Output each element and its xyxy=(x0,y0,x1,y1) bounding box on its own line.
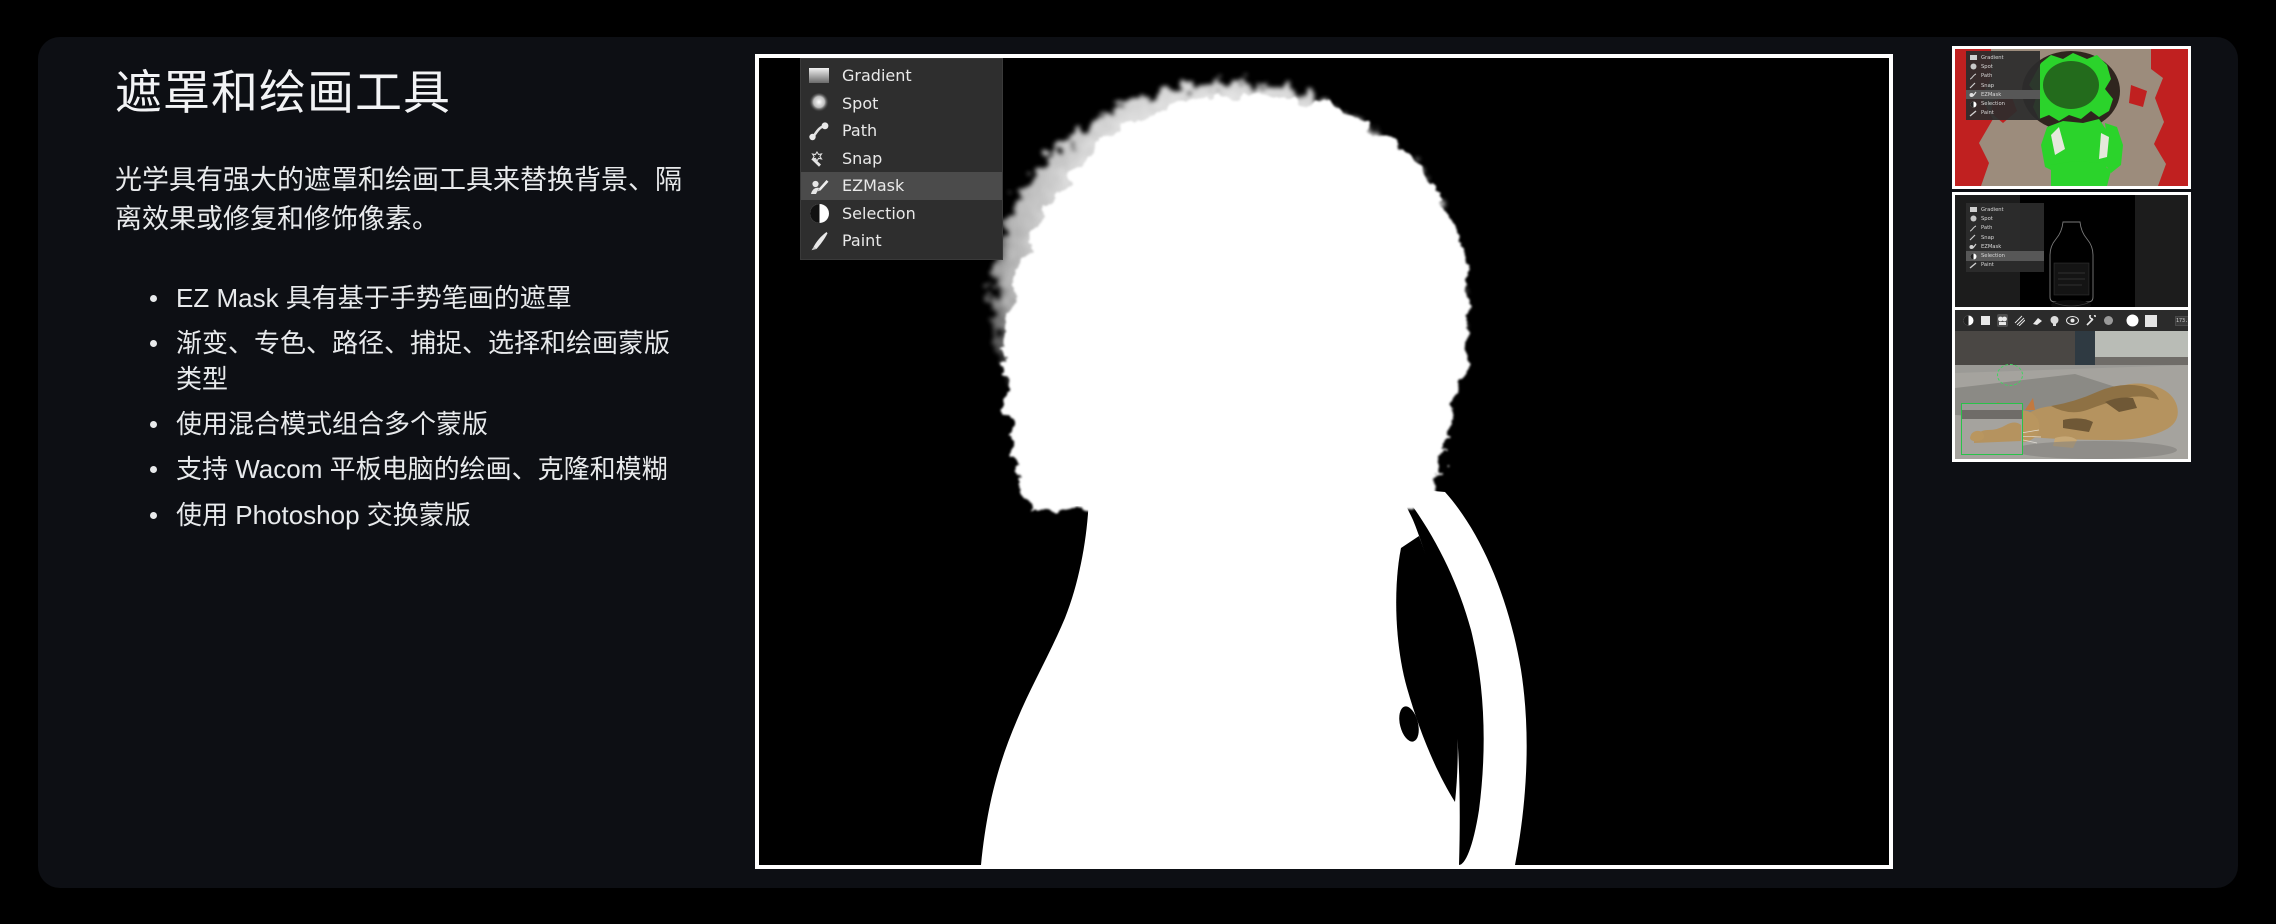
mini-menu-item[interactable]: Gradient xyxy=(1966,53,2040,62)
feature-list: EZ Mask 具有基于手势笔画的遮罩 渐变、专色、路径、捕捉、选择和绘画蒙版类… xyxy=(148,281,693,533)
spot-icon xyxy=(807,92,831,114)
mini-menu-label: Snap xyxy=(1981,83,1994,89)
tool-menu[interactable]: Gradient Spot xyxy=(800,58,1003,260)
thumbnail-paint[interactable]: 173.1 100 Paint xyxy=(1952,307,2191,462)
page-title: 遮罩和绘画工具 xyxy=(115,64,680,123)
brush-cursor-icon xyxy=(1997,364,2023,386)
mini-menu-item[interactable]: Snap xyxy=(1966,233,2044,242)
ezmask-brush-icon xyxy=(1969,91,1977,98)
spot-icon xyxy=(1969,215,1977,222)
mini-menu-item[interactable]: Spot xyxy=(1966,214,2044,223)
paint-brush-icon xyxy=(1969,262,1977,269)
mini-menu-label: Selection xyxy=(1981,101,2005,107)
tool-menu-item-selection[interactable]: Selection xyxy=(801,200,1002,228)
tool-menu-item-ezmask[interactable]: EZMask xyxy=(801,172,1002,200)
list-item: 使用 Photoshop 交换蒙版 xyxy=(148,498,693,533)
tool-menu-label: Selection xyxy=(842,204,916,223)
snap-wand-icon xyxy=(1969,234,1977,241)
mini-menu-label: Path xyxy=(1981,73,1992,79)
mini-menu-item[interactable]: Selection xyxy=(1966,99,2040,108)
snap-wand-icon xyxy=(807,147,831,169)
tool-menu-item-spot[interactable]: Spot xyxy=(801,90,1002,118)
mini-menu-label: Paint xyxy=(1981,110,1994,116)
mini-menu-item[interactable]: Paint xyxy=(1966,109,2040,118)
content-column: 遮罩和绘画工具 光学具有强大的遮罩和绘画工具来替换背景、隔离效果或修复和修饰像素… xyxy=(60,45,700,880)
blur-lines-icon[interactable] xyxy=(2014,314,2025,327)
mini-menu-item[interactable]: EZMask xyxy=(1966,242,2044,251)
paint-brush-icon xyxy=(807,230,831,252)
paint-brush-icon xyxy=(1969,110,1977,117)
tool-menu-label: Paint xyxy=(842,231,882,250)
tool-menu-label: Path xyxy=(842,121,877,140)
mini-menu-label: Spot xyxy=(1981,64,1993,70)
snap-wand-icon xyxy=(1969,82,1977,89)
mini-menu-label: Gradient xyxy=(1981,207,2004,213)
selection-contrast-icon[interactable] xyxy=(1963,314,1974,327)
mini-menu-label: EZMask xyxy=(1981,92,2001,98)
intro-paragraph: 光学具有强大的遮罩和绘画工具来替换背景、隔离效果或修复和修饰像素。 xyxy=(115,161,685,239)
mini-menu-label: Selection xyxy=(1981,253,2005,259)
navigator-preview[interactable] xyxy=(1961,403,2023,455)
mini-menu-item[interactable]: Spot xyxy=(1966,62,2040,71)
eraser-icon[interactable] xyxy=(2031,314,2043,327)
mini-menu-item[interactable]: Paint xyxy=(1966,261,2044,270)
mini-menu-item[interactable]: Snap xyxy=(1966,81,2040,90)
brush-size-field[interactable]: 173.1 xyxy=(2175,316,2191,326)
eye-icon[interactable] xyxy=(2066,314,2079,327)
mini-menu-item-selected[interactable]: Selection xyxy=(1966,251,2044,260)
thumbnail-tool-menu[interactable]: Gradient Spot Path Snap EZMask Selection… xyxy=(1966,203,2044,272)
tool-menu-item-paint[interactable]: Paint xyxy=(801,227,1002,255)
ezmask-brush-icon xyxy=(1969,243,1977,250)
brush-dot-icon[interactable] xyxy=(2049,314,2060,327)
gradient-icon xyxy=(1969,206,1977,213)
gradient-icon xyxy=(807,65,831,87)
selection-contrast-icon xyxy=(1969,253,1977,260)
canvas-background: Gradient Spot xyxy=(759,58,1889,865)
mini-menu-label: EZMask xyxy=(1981,244,2001,250)
gradient-icon xyxy=(1969,54,1977,61)
list-item: 使用混合模式组合多个蒙版 xyxy=(148,407,693,442)
tool-menu-label: EZMask xyxy=(842,176,904,195)
selection-contrast-icon xyxy=(1969,101,1977,108)
square-mask-icon[interactable] xyxy=(1980,314,1991,327)
mini-menu-item[interactable]: Gradient xyxy=(1966,205,2044,214)
mini-menu-label: Snap xyxy=(1981,235,1994,241)
tool-menu-label: Spot xyxy=(842,94,878,113)
list-item: EZ Mask 具有基于手势笔画的遮罩 xyxy=(148,281,693,316)
tool-menu-label: Gradient xyxy=(842,66,912,85)
tool-menu-item-gradient[interactable]: Gradient xyxy=(801,62,1002,90)
mini-menu-item-selected[interactable]: EZMask xyxy=(1966,90,2040,99)
thumbnail-ezmask[interactable]: Gradient Spot Path Snap EZMask Selection… xyxy=(1952,46,2191,189)
selection-contrast-icon xyxy=(807,202,831,224)
path-icon xyxy=(807,120,831,142)
mini-menu-label: Gradient xyxy=(1981,55,2004,61)
slide-card: 遮罩和绘画工具 光学具有强大的遮罩和绘画工具来替换背景、隔离效果或修复和修饰像素… xyxy=(38,37,2238,888)
thumbnail-tool-menu[interactable]: Gradient Spot Path Snap EZMask Selection… xyxy=(1966,51,2040,120)
white-circle-icon[interactable] xyxy=(2126,314,2139,327)
list-item: 支持 Wacom 平板电脑的绘画、克隆和模糊 xyxy=(148,452,693,487)
mini-menu-label: Spot xyxy=(1981,216,1993,222)
mask-canvas[interactable]: Gradient Spot xyxy=(755,54,1893,869)
list-item: 渐变、专色、路径、捕捉、选择和绘画蒙版类型 xyxy=(148,326,693,397)
thumbnail-rail: Gradient Spot Path Snap EZMask Selection… xyxy=(1933,37,2193,888)
path-icon xyxy=(1969,73,1977,80)
path-icon xyxy=(1969,225,1977,232)
paint-toolbar[interactable]: 173.1 100 xyxy=(1955,310,2188,331)
tool-menu-item-path[interactable]: Path xyxy=(801,117,1002,145)
mini-menu-item[interactable]: Path xyxy=(1966,224,2044,233)
navigator-label: Paint xyxy=(1961,459,2023,462)
navigator-thumb-image xyxy=(1962,404,2022,454)
tool-menu-item-snap[interactable]: Snap xyxy=(801,145,1002,173)
mini-menu-item[interactable]: Path xyxy=(1966,72,2040,81)
mini-menu-label: Paint xyxy=(1981,262,1994,268)
clone-icon[interactable] xyxy=(1997,314,2008,327)
soft-circle-icon[interactable] xyxy=(2103,314,2114,327)
mini-menu-label: Path xyxy=(1981,225,1992,231)
wrench-icon[interactable] xyxy=(2085,314,2097,327)
tool-menu-label: Snap xyxy=(842,149,882,168)
thumbnail-selection[interactable]: Gradient Spot Path Snap EZMask Selection… xyxy=(1952,192,2191,320)
white-square-icon[interactable] xyxy=(2145,314,2157,327)
spot-icon xyxy=(1969,63,1977,70)
ezmask-brush-icon xyxy=(807,175,831,197)
